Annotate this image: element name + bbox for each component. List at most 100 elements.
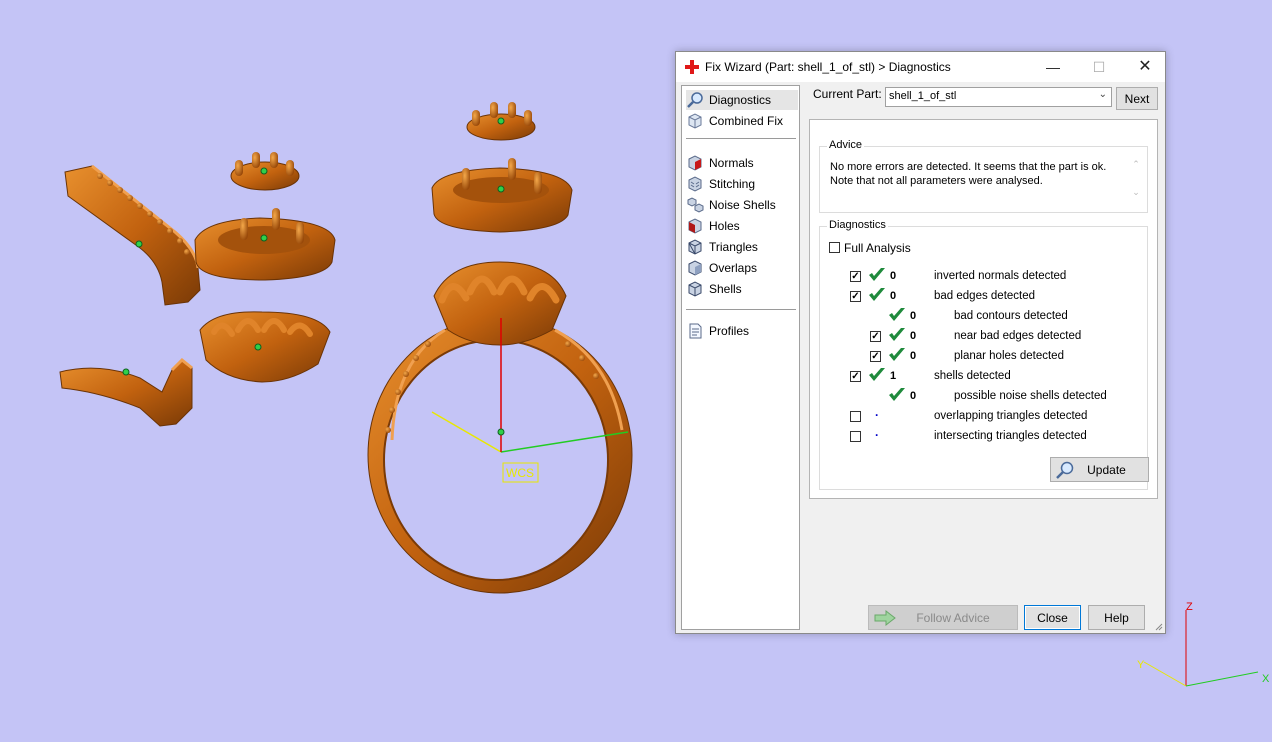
close-button[interactable]: Close (1024, 605, 1081, 630)
green-check-icon (889, 348, 905, 361)
nav-separator (686, 309, 796, 310)
advice-text: No more errors are detected. It seems th… (830, 160, 1120, 188)
row-checkbox[interactable] (850, 431, 861, 442)
help-button[interactable]: Help (1088, 605, 1145, 630)
diagnostics-title: Diagnostics (827, 219, 888, 231)
nav-item-normals[interactable]: Normals (686, 153, 798, 173)
fix-wizard-dialog: Fix Wizard (Part: shell_1_of_stl) > Diag… (675, 51, 1166, 634)
magnifier-icon (1056, 461, 1074, 479)
nav-label: Overlaps (709, 261, 758, 275)
nav-label: Stitching (709, 177, 756, 191)
shells-cube-icon (688, 281, 702, 297)
row-count: 0 (910, 330, 917, 342)
row-checkbox[interactable]: ✓ (850, 291, 861, 302)
row-count: 0 (890, 270, 897, 282)
axis-y-label: Y (1137, 659, 1145, 671)
green-check-icon (889, 328, 905, 341)
nav-separator (686, 138, 796, 139)
advice-line-2: Note that not all parameters were analys… (830, 175, 1043, 187)
row-checkbox[interactable] (850, 411, 861, 422)
row-count: 0 (910, 390, 917, 402)
nav-label: Combined Fix (709, 114, 784, 128)
nav-item-holes[interactable]: Holes (686, 216, 798, 236)
row-count: 1 (890, 370, 897, 382)
nav-label: Holes (709, 219, 740, 233)
axis-z-label: Z (1186, 601, 1193, 613)
row-count: 0 (910, 310, 917, 322)
row-label: planar holes detected (954, 350, 1064, 362)
current-part-value: shell_1_of_stl (889, 90, 957, 102)
overlaps-cube-icon (688, 260, 702, 276)
nav-item-noise-shells[interactable]: Noise Shells (686, 195, 798, 215)
row-label: near bad edges detected (954, 330, 1082, 342)
close-window-button[interactable]: ✕ (1122, 52, 1168, 82)
pending-dot-icon: · (875, 408, 879, 422)
halo-left (194, 208, 336, 281)
nav-item-diagnostics[interactable]: Diagnostics (686, 90, 798, 110)
follow-advice-button[interactable]: Follow Advice (868, 605, 1018, 630)
current-part-select[interactable]: shell_1_of_stl ⌄ (885, 87, 1112, 107)
nav-label: Triangles (709, 240, 758, 254)
full-analysis-checkbox[interactable] (829, 242, 840, 253)
cube-icon (688, 113, 702, 129)
halo-right (431, 158, 573, 233)
update-button[interactable]: Update (1050, 457, 1149, 482)
nav-label: Shells (709, 282, 742, 296)
shank-piece-lower (59, 357, 193, 427)
title-bar[interactable]: Fix Wizard (Part: shell_1_of_stl) > Diag… (676, 52, 1165, 82)
row-count: 0 (890, 290, 897, 302)
nav-item-stitching[interactable]: Stitching (686, 174, 798, 194)
nav-label: Diagnostics (709, 93, 772, 107)
triangles-cube-icon (688, 239, 702, 255)
nav-item-overlaps[interactable]: Overlaps (686, 258, 798, 278)
row-label: bad contours detected (954, 310, 1068, 322)
advice-group: Advice No more errors are detected. It s… (819, 139, 1148, 213)
chevron-down-icon: ⌄ (1098, 89, 1107, 100)
nav-item-profiles[interactable]: Profiles (686, 321, 798, 341)
green-check-icon (889, 308, 905, 321)
pending-dot-icon: · (875, 428, 879, 442)
nav-label: Noise Shells (709, 198, 776, 212)
row-checkbox[interactable]: ✓ (870, 351, 881, 362)
green-check-icon (869, 268, 885, 281)
follow-advice-label: Follow Advice (916, 610, 990, 625)
crown-top-right (466, 102, 536, 141)
wizard-nav: Diagnostics Combined Fix Normals Stitchi… (681, 85, 800, 630)
dialog-title: Fix Wizard (Part: shell_1_of_stl) > Diag… (705, 60, 951, 74)
nav-label: Profiles (709, 324, 750, 338)
full-analysis-label: Full Analysis (844, 241, 911, 255)
holes-cube-icon (688, 218, 702, 234)
green-check-icon (869, 368, 885, 381)
nav-item-shells[interactable]: Shells (686, 279, 798, 299)
diagnostics-group: Diagnostics Full Analysis ✓ 0 inverted n… (819, 219, 1149, 490)
row-label: possible noise shells detected (954, 390, 1107, 402)
green-check-icon (889, 388, 905, 401)
red-cross-icon (685, 60, 699, 74)
row-label: bad edges detected (934, 290, 1036, 302)
row-label: inverted normals detected (934, 270, 1067, 282)
row-checkbox[interactable]: ✓ (870, 331, 881, 342)
current-part-label: Current Part: (813, 87, 882, 101)
wcs-label: WCS (506, 466, 534, 480)
row-checkbox[interactable]: ✓ (850, 271, 861, 282)
advice-scrollbar[interactable]: ⌃ ⌄ (1129, 157, 1143, 205)
maximize-button[interactable]: ☐ (1076, 52, 1122, 82)
minimize-button[interactable]: — (1030, 52, 1076, 82)
magnifier-icon (687, 92, 703, 108)
nav-label: Normals (709, 156, 754, 170)
resize-grip-icon[interactable] (1153, 621, 1163, 631)
row-count: 0 (910, 350, 917, 362)
document-icon (689, 323, 702, 339)
row-label: intersecting triangles detected (934, 430, 1087, 442)
normals-cube-icon (688, 155, 702, 171)
row-checkbox[interactable]: ✓ (850, 371, 861, 382)
nav-item-triangles[interactable]: Triangles (686, 237, 798, 257)
noise-shells-icon (687, 197, 704, 213)
crown-top-left (230, 152, 300, 191)
nav-item-combined-fix[interactable]: Combined Fix (686, 111, 798, 131)
diagnostics-panel: Advice No more errors are detected. It s… (809, 119, 1158, 499)
next-button[interactable]: Next (1116, 87, 1158, 110)
assembled-ring (367, 261, 633, 594)
advice-line-1: No more errors are detected. It seems th… (830, 161, 1107, 173)
advice-title: Advice (827, 139, 865, 151)
